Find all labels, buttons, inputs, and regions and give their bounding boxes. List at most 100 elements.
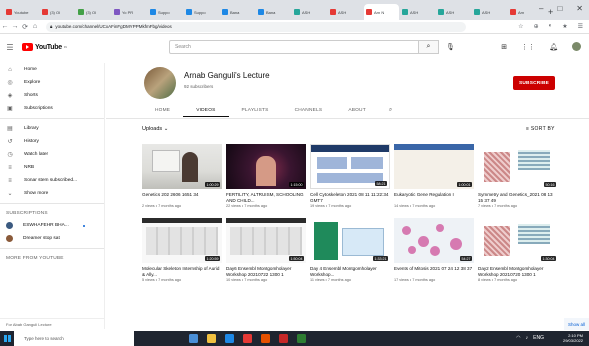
browser-tab[interactable]: ASH bbox=[292, 4, 327, 20]
video-card[interactable]: 58:21 Cell Cytoskeleton 2021 08 11 11:22:… bbox=[310, 144, 390, 208]
taskbar-app-icon[interactable] bbox=[207, 334, 216, 343]
video-card[interactable]: 50:16 Symmetry and Genetics_2021 08 13 15… bbox=[478, 144, 558, 208]
tab-playlists[interactable]: PLAYLISTS bbox=[229, 104, 282, 117]
subscription-item[interactable]: ESWHAFEHR BHA... bbox=[0, 219, 104, 232]
taskbar-app-icon[interactable] bbox=[225, 334, 234, 343]
sidebar-item-explore[interactable]: ◎ Explore bbox=[0, 76, 104, 89]
search-button[interactable]: ⌕ bbox=[419, 40, 439, 54]
sidebar-item-library[interactable]: ▤ Library bbox=[0, 122, 104, 135]
video-title[interactable]: Genetics 202 2606 1651 34 bbox=[142, 192, 222, 203]
browser-tab[interactable]: ASH bbox=[400, 4, 435, 20]
taskbar-search-input[interactable]: Type here to search bbox=[14, 331, 134, 346]
minimize-button[interactable]: – bbox=[539, 4, 543, 13]
hamburger-menu-icon[interactable]: ☰ bbox=[0, 43, 20, 52]
channel-avatar[interactable] bbox=[144, 67, 176, 99]
browser-tab[interactable]: Bana bbox=[220, 4, 255, 20]
video-thumbnail[interactable]: 1:00:01 bbox=[394, 144, 474, 189]
tab-videos[interactable]: VIDEOS bbox=[183, 104, 229, 117]
video-title[interactable]: Day 4 Ensembl Montgomholayer Workshop... bbox=[310, 266, 390, 277]
browser-tab[interactable]: Youtube bbox=[4, 4, 39, 20]
video-thumbnail[interactable]: 1:00:29 bbox=[142, 144, 222, 189]
video-title[interactable]: Day2 Ensembl Montgomholayer Workshop 202… bbox=[478, 266, 558, 277]
show-all-link[interactable]: Show all bbox=[563, 318, 589, 330]
tab-channels[interactable]: CHANNELS bbox=[282, 104, 336, 117]
create-icon[interactable]: ⊞ bbox=[501, 43, 507, 51]
browser-tab[interactable]: Suppo bbox=[184, 4, 219, 20]
sidebar-item-watch-later[interactable]: ◷ Watch later bbox=[0, 148, 104, 161]
browser-tab[interactable]: ASH bbox=[328, 4, 363, 20]
subscription-item[interactable]: Dreamer stop sat bbox=[0, 232, 104, 245]
video-card[interactable]: 1:15:00 FERTILITY, ALTRUISM, SCHOOLING AN… bbox=[226, 144, 306, 208]
video-thumbnail[interactable]: 50:16 bbox=[478, 144, 558, 189]
video-thumbnail[interactable]: 1:20:59 bbox=[142, 218, 222, 263]
video-card[interactable]: 1:00:01 Eukaryotic Gene Regulation I 14 vi… bbox=[394, 144, 474, 208]
sidebar-item-history[interactable]: ↺ History bbox=[0, 135, 104, 148]
video-card[interactable]: 54:27 Events of Mitosis 2021 07 24 12 38 … bbox=[394, 218, 474, 282]
video-card[interactable]: 1:20:59 Molecular Skeleton Internship of … bbox=[142, 218, 222, 282]
sidebar-item-shorts[interactable]: ◈ Shorts bbox=[0, 89, 104, 102]
extension-icon[interactable]: ⊕ bbox=[534, 23, 539, 30]
close-window-button[interactable]: ✕ bbox=[576, 4, 583, 13]
video-title[interactable]: Molecular Skeleton Internship of Aurid &… bbox=[142, 266, 222, 277]
video-thumbnail[interactable]: 1:30:04 bbox=[478, 218, 558, 263]
url-field[interactable]: 🔒︎ youtube.com/channel/UCxAFinFgDMYPPMkf… bbox=[46, 21, 466, 32]
forward-icon[interactable]: → bbox=[10, 23, 20, 30]
browser-tab[interactable]: Suppo bbox=[148, 4, 183, 20]
browser-tab[interactable]: Bana bbox=[256, 4, 291, 20]
sidebar-item-sonar-stem-subscribed[interactable]: ≡ Sonar stem subscribed... bbox=[0, 174, 104, 187]
browser-tab[interactable]: ASH bbox=[472, 4, 507, 20]
taskbar-app-icon[interactable] bbox=[243, 334, 252, 343]
taskbar-app-icon[interactable] bbox=[261, 334, 270, 343]
home-icon[interactable]: ⌂ bbox=[30, 23, 40, 30]
sidebar-item-show-more[interactable]: ⌄ Show more bbox=[0, 187, 104, 200]
video-thumbnail[interactable]: 1:50:04 bbox=[226, 218, 306, 263]
channel-search-icon[interactable]: ⌕ bbox=[379, 104, 392, 117]
sort-by-button[interactable]: ≡ SORT BY bbox=[526, 126, 555, 132]
video-card[interactable]: 1:30:04 Day2 Ensembl Montgomholayer Works… bbox=[478, 218, 558, 282]
video-card[interactable]: 1:00:29 Genetics 202 2606 1651 34 2 views … bbox=[142, 144, 222, 208]
video-title[interactable]: Eukaryotic Gene Regulation I bbox=[394, 192, 474, 203]
video-thumbnail[interactable]: 58:21 bbox=[310, 144, 390, 189]
sidebar-item-home[interactable]: ⌂ Home bbox=[0, 63, 104, 76]
taskbar-app-icon[interactable] bbox=[279, 334, 288, 343]
tab-about[interactable]: ABOUT bbox=[335, 104, 379, 117]
sidebar-item-nrb[interactable]: ≡ NRB bbox=[0, 161, 104, 174]
apps-icon[interactable]: ⋮⋮ bbox=[521, 43, 535, 51]
windows-start-icon[interactable] bbox=[0, 331, 14, 346]
maximize-button[interactable]: □ bbox=[557, 4, 562, 13]
video-thumbnail[interactable]: 54:27 bbox=[394, 218, 474, 263]
video-thumbnail[interactable]: 1:15:00 bbox=[226, 144, 306, 189]
video-title[interactable]: Day6 Ensembl Montgomholayer Workshop 202… bbox=[226, 266, 306, 277]
reload-icon[interactable]: ⟳ bbox=[20, 23, 30, 31]
browser-tab[interactable]: Arn N bbox=[364, 4, 399, 20]
video-title[interactable]: Events of Mitosis 2021 07 24 12 38 37 bbox=[394, 266, 474, 277]
language-indicator[interactable]: ENG bbox=[533, 335, 544, 341]
taskbar-app-icon[interactable] bbox=[189, 334, 198, 343]
avatar[interactable] bbox=[572, 42, 581, 51]
volume-icon[interactable]: ♪ bbox=[526, 335, 529, 341]
taskbar-app-icon[interactable] bbox=[297, 334, 306, 343]
sidebar-footer[interactable]: For Abab Ganguli Lecture bbox=[0, 318, 105, 330]
browser-tab[interactable]: (3) OI bbox=[76, 4, 111, 20]
favorites-icon[interactable]: ★ bbox=[562, 23, 567, 30]
uploads-dropdown[interactable]: Uploads ⌄ bbox=[142, 126, 168, 132]
video-title[interactable]: Symmetry and Genetics_2021 08 13 15 37 4… bbox=[478, 192, 558, 203]
mic-icon[interactable]: 🎙︎ bbox=[446, 43, 455, 51]
youtube-logo[interactable]: YouTube IN bbox=[22, 43, 67, 51]
browser-tab[interactable]: Yo PR bbox=[112, 4, 147, 20]
tab-home[interactable]: HOME bbox=[142, 104, 183, 117]
bell-icon[interactable]: 🔔︎ bbox=[549, 43, 558, 51]
wifi-icon[interactable]: ◠ bbox=[516, 335, 520, 341]
profile-icon[interactable]: ◐ bbox=[549, 23, 553, 30]
browser-tab[interactable]: ASH bbox=[436, 4, 471, 20]
sidebar-item-subscriptions[interactable]: ▣ Subscriptions bbox=[0, 102, 104, 115]
video-card[interactable]: 1:50:04 Day6 Ensembl Montgomholayer Works… bbox=[226, 218, 306, 282]
clock[interactable]: 2:10 PM 29/03/2022 bbox=[563, 333, 583, 343]
bookmark-star-icon[interactable]: ☆ bbox=[518, 23, 523, 30]
video-title[interactable]: Cell Cytoskeleton 2021 08 11 11:22:34 GM… bbox=[310, 192, 390, 203]
browser-menu-icon[interactable]: ☰ bbox=[578, 23, 583, 30]
video-title[interactable]: FERTILITY, ALTRUISM, SCHOOLING AND CHILD… bbox=[226, 192, 306, 203]
back-icon[interactable]: ← bbox=[0, 23, 10, 30]
search-input[interactable]: Search bbox=[169, 40, 419, 54]
browser-tab[interactable]: (3) OI bbox=[40, 4, 75, 20]
